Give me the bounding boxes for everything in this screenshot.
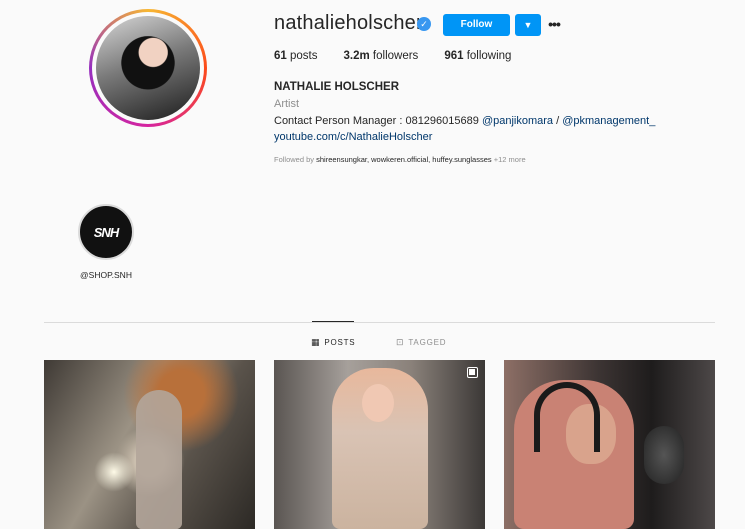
post-thumbnail-1[interactable] (44, 360, 255, 529)
more-options-icon[interactable]: ••• (545, 13, 563, 35)
post-thumbnail-3[interactable] (504, 360, 715, 529)
tagged-icon: ⊡ (396, 337, 405, 347)
follow-button[interactable]: Follow (443, 14, 510, 36)
tab-posts-label: POSTS (324, 338, 356, 347)
suggested-dropdown-button[interactable]: ▼ (515, 14, 541, 36)
posts-count: 61 (274, 50, 287, 62)
highlight-logo: SNH (93, 224, 119, 240)
chevron-down-icon: ▼ (523, 20, 533, 30)
post-thumbnail-2[interactable] (274, 360, 485, 529)
post-image-figure (136, 390, 182, 529)
followers-label: followers (372, 50, 419, 62)
bio-mention-panjikomara[interactable]: @panjikomara (482, 115, 553, 127)
post-image-light (94, 452, 134, 492)
post-image-face (362, 384, 394, 422)
profile-bio: Contact Person Manager : 081296015689 @p… (274, 115, 655, 127)
bio-separator: / (553, 115, 563, 127)
tab-tagged-label: TAGGED (408, 338, 447, 347)
profile-username: nathalieholscher (274, 12, 423, 34)
posts-stat: 61 posts (274, 50, 318, 62)
posts-label: posts (290, 50, 318, 62)
tab-tagged[interactable]: ⊡ TAGGED (396, 337, 446, 348)
highlight-label: @SHOP.SNH (80, 270, 132, 280)
tab-posts[interactable]: ▦ POSTS (311, 337, 355, 348)
profile-full-name: NATHALIE HOLSCHER (274, 81, 400, 93)
profile-stats: 61 posts 3.2m followers 961 following (274, 50, 511, 62)
tabs-divider (44, 322, 715, 323)
followers-count: 3.2m (343, 50, 370, 62)
active-tab-indicator (312, 321, 354, 322)
followed-by-users: shireensungkar, wowkeren.official, huffe… (316, 155, 492, 164)
bio-mention-pkmanagement[interactable]: @pkmanagement_ (562, 115, 655, 127)
followed-by-more: +12 more (491, 155, 526, 164)
profile-external-link[interactable]: youtube.com/c/NathalieHolscher (274, 131, 432, 143)
bio-text: Contact Person Manager : 081296015689 (274, 115, 482, 127)
verified-badge-icon: ✓ (417, 17, 431, 31)
avatar-photo (96, 16, 200, 120)
microphone-shape (644, 426, 684, 484)
grid-icon: ▦ (311, 337, 321, 347)
headphones-shape (534, 382, 600, 452)
following-count: 961 (444, 50, 464, 62)
story-highlight-shop-snh[interactable]: SNH (78, 204, 134, 260)
followers-stat[interactable]: 3.2m followers (344, 50, 419, 62)
followed-by-prefix: Followed by (274, 155, 317, 164)
following-stat[interactable]: 961 following (444, 50, 511, 62)
following-label: following (466, 50, 512, 62)
profile-category: Artist (274, 98, 300, 110)
followed-by[interactable]: Followed by shireensungkar, wowkeren.off… (274, 155, 526, 164)
profile-avatar[interactable] (89, 9, 207, 127)
carousel-icon (467, 367, 478, 378)
